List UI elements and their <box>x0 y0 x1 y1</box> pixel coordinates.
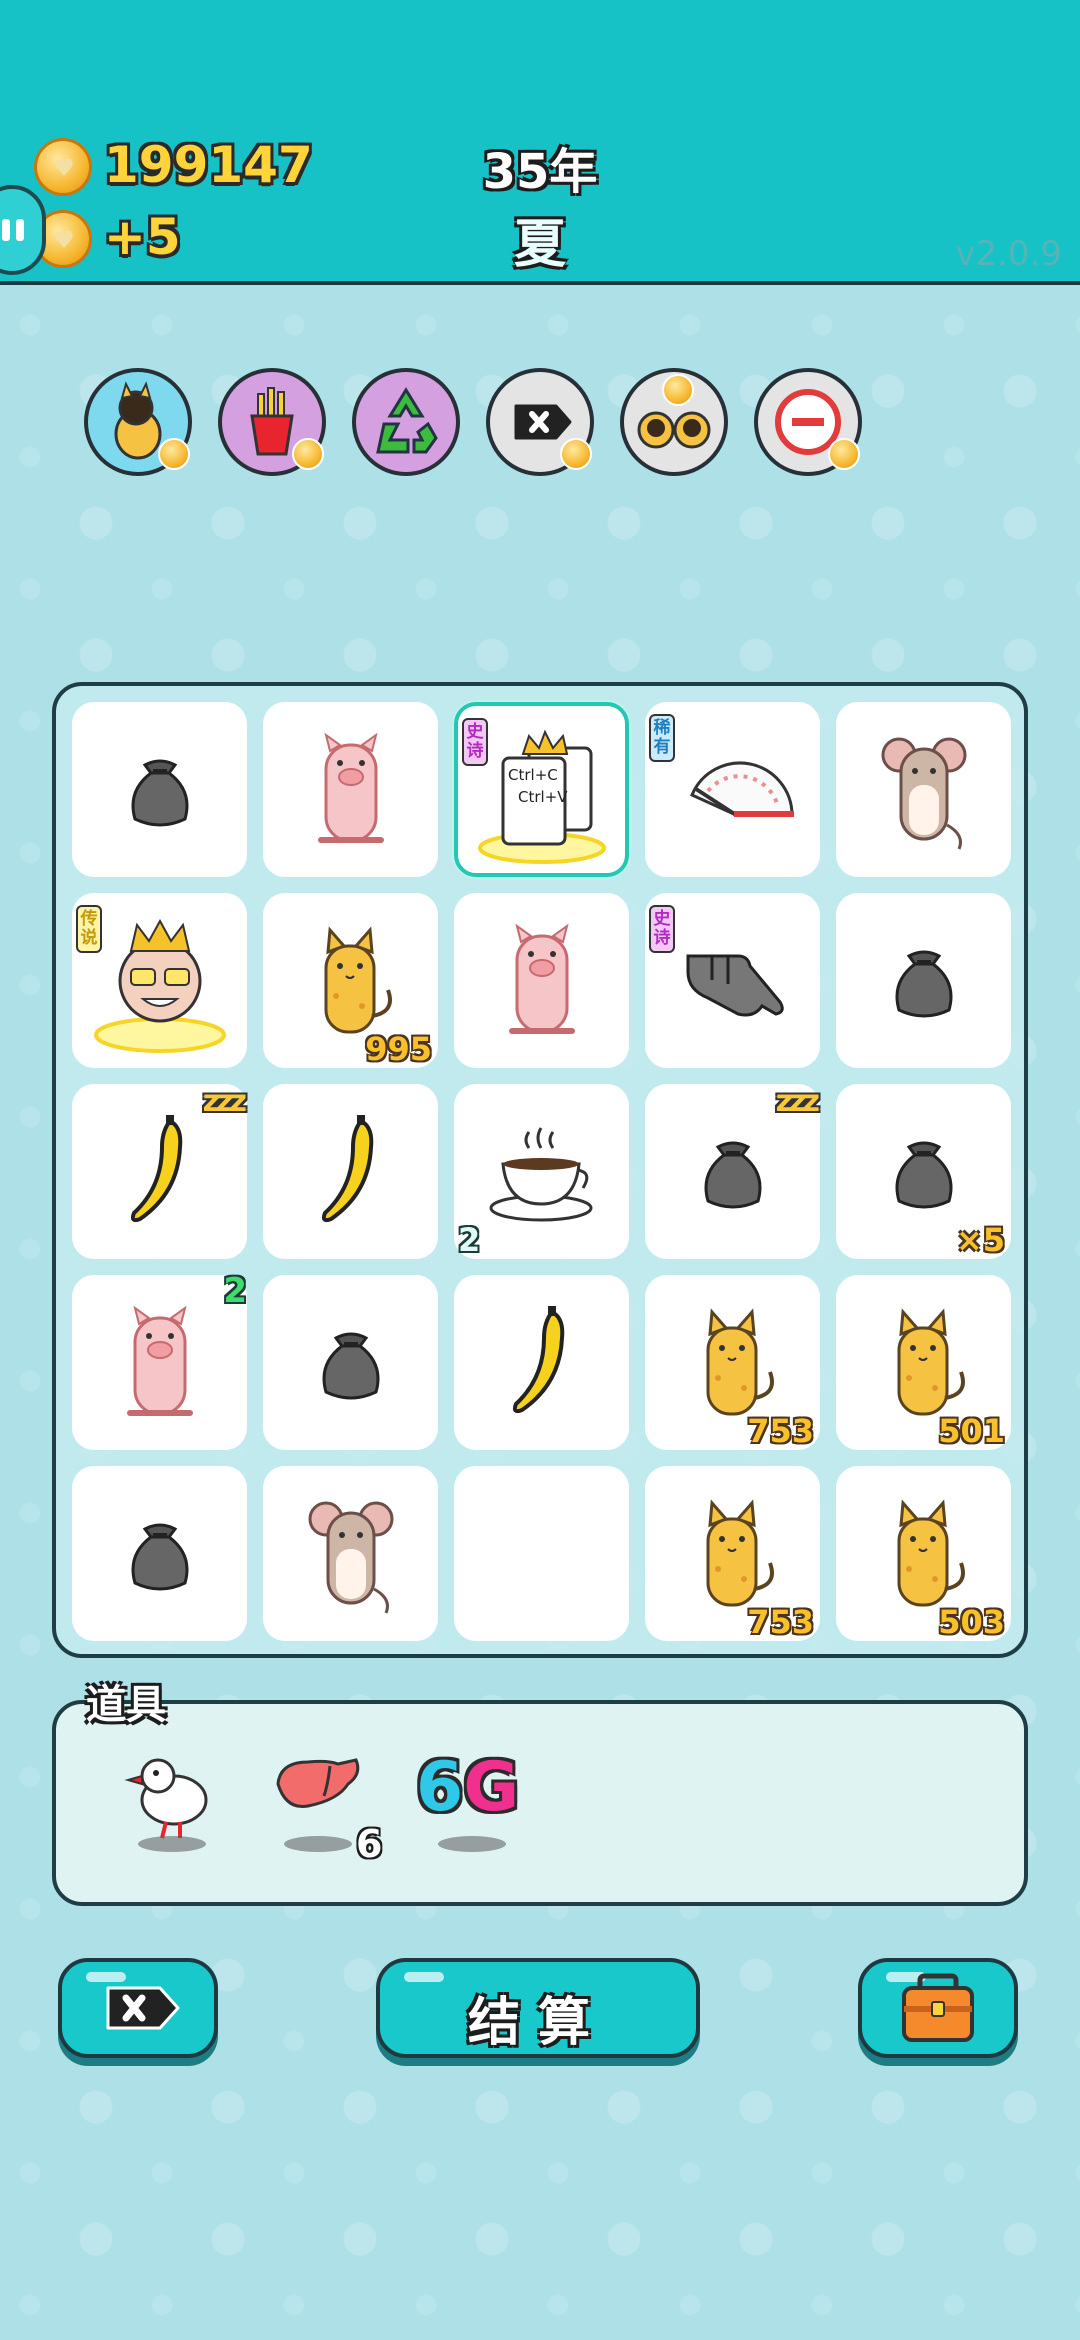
board-cell[interactable]: zzz <box>645 1084 820 1259</box>
items-title: 道具 <box>86 1682 166 1728</box>
cell-count: 753 <box>747 1412 814 1450</box>
garbage-bag-icon <box>263 1275 438 1450</box>
skill-cat-coin[interactable] <box>84 368 192 476</box>
board-cell[interactable] <box>263 1466 438 1641</box>
backpack-button[interactable] <box>858 1958 1018 2058</box>
white-bird-icon <box>124 1758 208 1839</box>
garbage-bag-icon <box>72 1466 247 1641</box>
board-cell[interactable]: 503 <box>836 1466 1011 1641</box>
cell-top-number: 2 <box>223 1271 247 1311</box>
rarity-tag: 稀有 <box>649 714 675 762</box>
items-panel: 6 6G <box>52 1700 1028 1906</box>
board-cell[interactable]: 传说 <box>72 893 247 1068</box>
coin-badge-icon <box>662 374 694 406</box>
skill-remove[interactable] <box>486 368 594 476</box>
board-cell[interactable]: 753 <box>645 1275 820 1450</box>
mouse-icon <box>836 702 1011 877</box>
board-cell[interactable] <box>72 1466 247 1641</box>
item-bird[interactable] <box>118 1744 228 1854</box>
mouse-icon <box>263 1466 438 1641</box>
coin-count: 199147 <box>104 136 313 194</box>
board-cell[interactable] <box>72 702 247 877</box>
board-cell[interactable] <box>454 1275 629 1450</box>
version-label: v2.0.9 <box>955 234 1062 274</box>
coin-badge-icon <box>560 438 592 470</box>
liver-count: 6 <box>356 1822 383 1866</box>
cell-count: 501 <box>938 1412 1005 1450</box>
board-cell[interactable]: 995 <box>263 893 438 1068</box>
item-shadow <box>284 1836 352 1852</box>
coin-badge-icon <box>292 438 324 470</box>
6g-six: 6 <box>416 1748 464 1827</box>
board-cell[interactable]: Ctrl+C Ctrl+V 史诗 <box>454 702 629 877</box>
liver-icon <box>276 1758 360 1809</box>
sleep-indicator: zzz <box>202 1084 247 1119</box>
pig-icon <box>72 1275 247 1450</box>
board-cell[interactable]: ×5 <box>836 1084 1011 1259</box>
board-cell[interactable] <box>263 1275 438 1450</box>
skill-fries[interactable] <box>218 368 326 476</box>
board-cell[interactable]: 2 <box>72 1271 247 1450</box>
board-cell[interactable] <box>263 1084 438 1259</box>
board-cell[interactable] <box>836 893 1011 1068</box>
board-cell[interactable] <box>454 893 629 1068</box>
item-shadow <box>138 1836 206 1852</box>
item-shadow <box>438 1836 506 1852</box>
board-cell[interactable] <box>454 1466 629 1641</box>
sleep-indicator: zzz <box>775 1084 820 1119</box>
remove-tag-icon <box>106 1986 180 2030</box>
banana-icon <box>454 1275 629 1450</box>
board-cell[interactable]: zzz <box>72 1084 247 1259</box>
skill-recycle[interactable] <box>352 368 460 476</box>
remove-button[interactable] <box>58 1958 218 2058</box>
briefcase-icon <box>902 1973 974 2042</box>
board-cell[interactable]: 753 <box>645 1466 820 1641</box>
top-bar: ♥ 199147 ♥ +5 35年 夏 v2.0.9 <box>0 0 1080 285</box>
recycle-icon <box>376 387 438 454</box>
rarity-tag: 史诗 <box>462 718 488 766</box>
pause-button[interactable] <box>0 185 46 275</box>
rarity-tag: 史诗 <box>649 905 675 953</box>
pig-icon <box>454 893 629 1068</box>
card-text-copy: Ctrl+C <box>508 766 558 784</box>
skill-minus[interactable] <box>754 368 862 476</box>
board-cell[interactable] <box>836 702 1011 877</box>
6g-icon: 6G <box>416 1748 519 1827</box>
game-board: Ctrl+C Ctrl+V 史诗 稀有传说 995 史诗 zzz 2 zzz ×5 2 753 501 7… <box>52 682 1028 1658</box>
coin-badge-icon <box>158 438 190 470</box>
rarity-tag: 传说 <box>76 905 102 953</box>
settle-button-label: 结算 <box>467 1993 608 2053</box>
cell-count: 503 <box>938 1603 1005 1641</box>
board-cell[interactable]: 2 <box>454 1084 629 1259</box>
board-cell[interactable]: 501 <box>836 1275 1011 1450</box>
garbage-bag-icon <box>72 702 247 877</box>
season-label: 夏 <box>513 215 566 275</box>
skill-twin-cats[interactable] <box>620 368 728 476</box>
coin-icon: ♥ <box>34 138 92 196</box>
cell-count: 753 <box>747 1603 814 1641</box>
cell-count: 995 <box>365 1030 432 1068</box>
6g-g: G <box>463 1748 520 1827</box>
card-text-paste: Ctrl+V <box>518 788 568 806</box>
coin-badge-icon <box>828 438 860 470</box>
garbage-bag-icon <box>836 893 1011 1068</box>
cell-count: ×5 <box>955 1221 1005 1259</box>
banana-icon <box>263 1084 438 1259</box>
cell-left-number: 2 <box>458 1221 481 1259</box>
year-label: 35年 <box>482 144 598 200</box>
board-cell[interactable] <box>263 702 438 877</box>
pig-icon <box>263 702 438 877</box>
item-6g[interactable]: 6G <box>416 1744 536 1854</box>
board-cell[interactable]: 史诗 <box>645 893 820 1068</box>
item-liver[interactable]: 6 <box>268 1744 382 1866</box>
income-value: +5 <box>104 208 181 266</box>
board-cell[interactable]: 稀有 <box>645 702 820 877</box>
settle-button[interactable]: 结算 <box>376 1958 700 2058</box>
